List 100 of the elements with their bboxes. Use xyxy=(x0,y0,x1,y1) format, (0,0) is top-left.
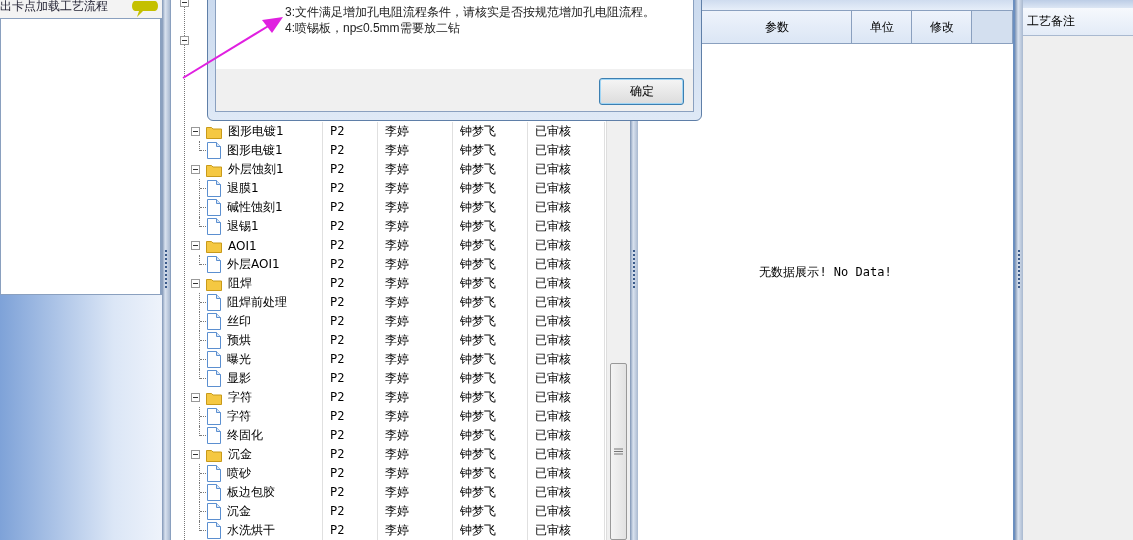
document-icon xyxy=(207,180,221,197)
tree-row[interactable]: 图形电镀1 P2 李婷 钟梦飞 已审核 xyxy=(171,141,606,160)
step-name: 丝印 xyxy=(227,313,251,330)
panel-title: 出卡点加载工艺流程 xyxy=(0,0,108,15)
document-icon xyxy=(207,294,221,311)
version-cell: P2 xyxy=(323,369,378,388)
collapse-toggle-icon[interactable] xyxy=(191,279,200,288)
maker-cell: 李婷 xyxy=(378,312,453,331)
status-cell: 已审核 xyxy=(528,274,605,293)
tree-row[interactable]: 水洗烘干 P2 李婷 钟梦飞 已审核 xyxy=(171,521,606,540)
version-cell: P2 xyxy=(323,350,378,369)
tree-row[interactable]: 沉金 P2 李婷 钟梦飞 已审核 xyxy=(171,445,606,464)
reviewer-cell: 钟梦飞 xyxy=(453,445,528,464)
maker-cell: 李婷 xyxy=(378,236,453,255)
step-name: 图形电镀1 xyxy=(227,142,283,159)
reviewer-cell: 钟梦飞 xyxy=(453,274,528,293)
tree-row[interactable]: 喷砂 P2 李婷 钟梦飞 已审核 xyxy=(171,464,606,483)
notes-header: 工艺备注 xyxy=(1023,8,1133,36)
reviewer-cell: 钟梦飞 xyxy=(453,483,528,502)
step-name: 字符 xyxy=(228,389,252,406)
tree-row[interactable]: 字符 P2 李婷 钟梦飞 已审核 xyxy=(171,407,606,426)
collapse-toggle-icon[interactable] xyxy=(191,165,200,174)
step-name: 水洗烘干 xyxy=(227,522,275,539)
maker-cell: 李婷 xyxy=(378,331,453,350)
reviewer-cell: 钟梦飞 xyxy=(453,179,528,198)
folder-icon xyxy=(206,447,222,462)
tree-row[interactable]: 图形电镀1 P2 李婷 钟梦飞 已审核 xyxy=(171,122,606,141)
collapse-toggle-icon[interactable] xyxy=(191,241,200,250)
maker-cell: 李婷 xyxy=(378,198,453,217)
status-cell: 已审核 xyxy=(528,179,605,198)
step-name: 阻焊 xyxy=(228,275,252,292)
scrollbar-thumb[interactable] xyxy=(610,363,627,540)
step-name: 沉金 xyxy=(228,446,252,463)
tree-row[interactable]: 阻焊前处理 P2 李婷 钟梦飞 已审核 xyxy=(171,293,606,312)
tree-row[interactable]: 显影 P2 李婷 钟梦飞 已审核 xyxy=(171,369,606,388)
document-icon xyxy=(207,503,221,520)
version-cell: P2 xyxy=(323,388,378,407)
status-cell: 已审核 xyxy=(528,312,605,331)
reviewer-cell: 钟梦飞 xyxy=(453,369,528,388)
tree-row[interactable]: 外层AOI1 P2 李婷 钟梦飞 已审核 xyxy=(171,255,606,274)
step-name: 字符 xyxy=(227,408,251,425)
version-cell: P2 xyxy=(323,445,378,464)
message-line: 3:文件满足增加孔电阻流程条件，请核实是否按规范增加孔电阻流程。 xyxy=(285,4,656,20)
splitter-handle[interactable] xyxy=(1015,0,1023,540)
collapse-toggle-icon[interactable] xyxy=(191,393,200,402)
tree-row[interactable]: 字符 P2 李婷 钟梦飞 已审核 xyxy=(171,388,606,407)
step-name: 喷砂 xyxy=(227,465,251,482)
ok-button[interactable]: 确定 xyxy=(599,78,684,105)
version-cell: P2 xyxy=(323,483,378,502)
reviewer-cell: 钟梦飞 xyxy=(453,255,528,274)
maker-cell: 李婷 xyxy=(378,293,453,312)
tree-row[interactable]: 退膜1 P2 李婷 钟梦飞 已审核 xyxy=(171,179,606,198)
tree-row[interactable]: 外层蚀刻1 P2 李婷 钟梦飞 已审核 xyxy=(171,160,606,179)
collapse-toggle-icon[interactable] xyxy=(180,36,189,45)
tree-row[interactable]: 沉金 P2 李婷 钟梦飞 已审核 xyxy=(171,502,606,521)
tree-row[interactable]: 碱性蚀刻1 P2 李婷 钟梦飞 已审核 xyxy=(171,198,606,217)
document-icon xyxy=(207,408,221,425)
tree-row[interactable]: 预烘 P2 李婷 钟梦飞 已审核 xyxy=(171,331,606,350)
collapse-toggle-icon[interactable] xyxy=(191,450,200,459)
reviewer-cell: 钟梦飞 xyxy=(453,122,528,141)
step-name: 图形电镀1 xyxy=(228,123,284,140)
version-cell: P2 xyxy=(323,217,378,236)
tree-row[interactable]: 终固化 P2 李婷 钟梦飞 已审核 xyxy=(171,426,606,445)
status-cell: 已审核 xyxy=(528,407,605,426)
column-header[interactable]: 单位 xyxy=(852,11,912,43)
status-cell: 已审核 xyxy=(528,464,605,483)
tree-row[interactable]: 退锡1 P2 李婷 钟梦飞 已审核 xyxy=(171,217,606,236)
maker-cell: 李婷 xyxy=(378,369,453,388)
version-cell: P2 xyxy=(323,255,378,274)
empty-message: 无数据展示! No Data! xyxy=(759,263,892,281)
reviewer-cell: 钟梦飞 xyxy=(453,426,528,445)
splitter-handle[interactable] xyxy=(162,0,170,540)
version-cell: P2 xyxy=(323,502,378,521)
step-name: 沉金 xyxy=(227,503,251,520)
reviewer-cell: 钟梦飞 xyxy=(453,350,528,369)
folder-icon xyxy=(206,276,222,291)
tree-row[interactable]: AOI1 P2 李婷 钟梦飞 已审核 xyxy=(171,236,606,255)
document-icon xyxy=(207,465,221,482)
version-cell: P2 xyxy=(323,141,378,160)
folder-icon xyxy=(206,390,222,405)
version-cell: P2 xyxy=(323,521,378,540)
tree-row[interactable]: 丝印 P2 李婷 钟梦飞 已审核 xyxy=(171,312,606,331)
status-cell: 已审核 xyxy=(528,141,605,160)
tree-row[interactable]: 曝光 P2 李婷 钟梦飞 已审核 xyxy=(171,350,606,369)
document-icon xyxy=(207,427,221,444)
version-cell: P2 xyxy=(323,160,378,179)
reviewer-cell: 钟梦飞 xyxy=(453,293,528,312)
tree-row[interactable]: 板边包胶 P2 李婷 钟梦飞 已审核 xyxy=(171,483,606,502)
tree-row[interactable]: 阻焊 P2 李婷 钟梦飞 已审核 xyxy=(171,274,606,293)
collapse-toggle-icon[interactable] xyxy=(180,0,189,7)
status-cell: 已审核 xyxy=(528,350,605,369)
step-name: 终固化 xyxy=(227,427,263,444)
maker-cell: 李婷 xyxy=(378,521,453,540)
folder-icon xyxy=(206,238,222,253)
version-cell: P2 xyxy=(323,293,378,312)
reviewer-cell: 钟梦飞 xyxy=(453,464,528,483)
version-cell: P2 xyxy=(323,331,378,350)
maker-cell: 李婷 xyxy=(378,407,453,426)
collapse-toggle-icon[interactable] xyxy=(191,127,200,136)
reviewer-cell: 钟梦飞 xyxy=(453,388,528,407)
